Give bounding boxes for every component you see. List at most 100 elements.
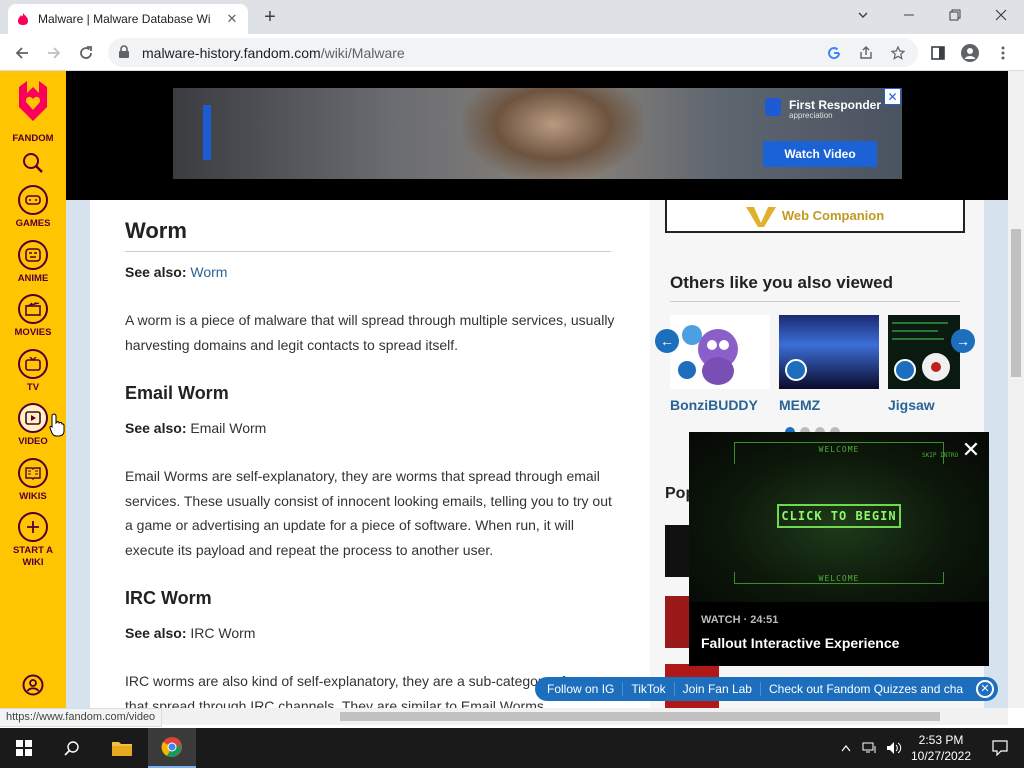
- carousel-prev-arrow-icon[interactable]: ←: [655, 329, 679, 353]
- rail-item-wikis[interactable]: WIKIS: [0, 458, 66, 503]
- tab-title: Malware | Malware Database Wi: [38, 12, 211, 26]
- memz-thumbnail: [779, 315, 879, 389]
- minimize-button[interactable]: [886, 0, 932, 30]
- ad-image[interactable]: First Responder appreciation Watch Video…: [173, 88, 902, 179]
- heading-irc-worm: IRC Worm: [125, 588, 212, 608]
- close-tab-icon[interactable]: ✕: [224, 11, 240, 27]
- user-account-button[interactable]: [0, 674, 66, 701]
- bookmark-star-icon[interactable]: [888, 43, 908, 63]
- video-duration: WATCH · 24:51: [701, 614, 779, 626]
- video-close-icon[interactable]: ✕: [959, 439, 983, 463]
- web-companion-label: Web Companion: [781, 208, 885, 223]
- rail-item-movies[interactable]: MOVIES: [0, 294, 66, 339]
- fandom-badge-icon: [894, 359, 916, 381]
- fandom-quizzes-link[interactable]: Check out Fandom Quizzes and cha: [761, 682, 971, 696]
- start-button[interactable]: [0, 728, 48, 768]
- fandom-logo-label: FANDOM: [12, 133, 54, 144]
- file-explorer-button[interactable]: [98, 728, 146, 768]
- vertical-scrollbar[interactable]: [1008, 71, 1024, 708]
- plus-icon: [18, 512, 48, 542]
- taskbar-search-button[interactable]: [48, 728, 96, 768]
- card-jigsaw[interactable]: Jigsaw: [888, 315, 960, 413]
- clock-date: 10/27/2022: [910, 749, 972, 763]
- share-icon[interactable]: [856, 43, 876, 63]
- new-tab-button[interactable]: +: [258, 6, 282, 28]
- ad-shield-icon: [765, 98, 781, 116]
- video-welcome-bottom: WELCOME: [818, 574, 860, 583]
- restore-button[interactable]: [932, 0, 978, 30]
- fandom-favicon-icon: [16, 12, 30, 26]
- hand-cursor-icon: [49, 413, 65, 437]
- ad-accent-bar: [203, 105, 211, 160]
- ad-close-icon[interactable]: ✕: [884, 88, 901, 105]
- tab-search-icon[interactable]: [840, 0, 886, 30]
- carousel-next-arrow-icon[interactable]: →: [951, 329, 975, 353]
- watch-video-button[interactable]: Watch Video: [763, 141, 877, 167]
- rail-item-games[interactable]: GAMES: [0, 185, 66, 230]
- card-memz[interactable]: MEMZ: [779, 315, 879, 413]
- folder-icon: [112, 742, 132, 756]
- windows-logo-icon: [16, 740, 32, 756]
- video-player[interactable]: WELCOME SKIP INTRO CLICK TO BEGIN WELCOM…: [689, 432, 989, 666]
- fandom-badge-icon: [785, 359, 807, 381]
- ad-title: First Responder: [789, 98, 882, 112]
- rail-item-tv[interactable]: TV: [0, 349, 66, 394]
- others-divider: [670, 301, 960, 302]
- forward-button[interactable]: [41, 40, 67, 66]
- card-bonzibuddy[interactable]: BonziBUDDY: [670, 315, 770, 413]
- browser-toolbar: malware-history.fandom.com/wiki/Malware: [0, 34, 1024, 71]
- worm-paragraph: A worm is a piece of malware that will s…: [125, 312, 615, 353]
- reload-button[interactable]: [73, 40, 99, 66]
- system-clock[interactable]: 2:53 PM 10/27/2022: [905, 732, 977, 764]
- browser-tab[interactable]: Malware | Malware Database Wi ✕: [8, 4, 248, 34]
- chrome-icon: [161, 737, 182, 757]
- web-companion-banner[interactable]: Web Companion: [665, 200, 965, 233]
- action-center-button[interactable]: [976, 728, 1024, 768]
- google-icon[interactable]: [824, 43, 844, 63]
- show-hidden-icons-button[interactable]: [834, 728, 858, 768]
- heading-email-worm: Email Worm: [125, 383, 229, 403]
- rail-item-start-a-wiki[interactable]: START A WIKI: [0, 512, 66, 569]
- email-worm-link[interactable]: Email Worm: [190, 420, 266, 436]
- vertical-scroll-thumb[interactable]: [1011, 229, 1021, 377]
- play-icon: [18, 403, 48, 433]
- side-panel-icon[interactable]: [925, 40, 951, 66]
- horizontal-scroll-thumb[interactable]: [340, 712, 940, 721]
- social-bar-close-icon[interactable]: ✕: [976, 680, 994, 698]
- clapper-icon: [18, 294, 48, 324]
- others-viewed-title: Others like you also viewed: [670, 273, 893, 292]
- irc-worm-link[interactable]: IRC Worm: [190, 625, 255, 641]
- clock-time: 2:53 PM: [918, 733, 964, 747]
- skip-intro-label: SKIP INTRO: [922, 452, 959, 459]
- worm-link[interactable]: Worm: [190, 264, 227, 280]
- network-button[interactable]: [858, 728, 882, 768]
- follow-ig-link[interactable]: Follow on IG: [535, 682, 624, 696]
- fandom-logo[interactable]: FANDOM: [0, 79, 66, 145]
- web-companion-logo-icon: [745, 206, 776, 227]
- volume-button[interactable]: [882, 728, 906, 768]
- video-title[interactable]: Fallout Interactive Experience: [701, 635, 899, 651]
- click-to-begin-label: CLICK TO BEGIN: [777, 504, 901, 528]
- video-screen[interactable]: WELCOME SKIP INTRO CLICK TO BEGIN WELCOM…: [689, 432, 989, 602]
- gamepad-icon: [18, 185, 48, 215]
- card-label-jigsaw: Jigsaw: [888, 397, 935, 413]
- article-body: Worm See also: Worm A worm is a piece of…: [90, 200, 650, 708]
- card-label-bonzibuddy: BonziBUDDY: [670, 397, 758, 413]
- address-bar[interactable]: malware-history.fandom.com/wiki/Malware: [108, 38, 918, 67]
- chrome-taskbar-button[interactable]: [148, 728, 196, 768]
- back-button[interactable]: [9, 40, 35, 66]
- jigsaw-thumbnail: [888, 315, 960, 389]
- lock-icon[interactable]: [118, 45, 130, 64]
- profile-avatar[interactable]: [957, 40, 983, 66]
- join-fan-lab-link[interactable]: Join Fan Lab: [675, 682, 761, 696]
- ad-banner: First Responder appreciation Watch Video…: [66, 71, 1008, 200]
- menu-kebab-icon[interactable]: [990, 40, 1016, 66]
- search-button[interactable]: [0, 152, 66, 179]
- heading-divider: [125, 251, 611, 252]
- ad-subtitle: appreciation: [789, 111, 833, 120]
- tiktok-link[interactable]: TikTok: [623, 682, 675, 696]
- bonzibuddy-thumbnail: [670, 315, 770, 389]
- rail-item-anime[interactable]: ANIME: [0, 240, 66, 285]
- close-window-button[interactable]: [978, 0, 1024, 30]
- see-also-irc-worm: See also: IRC Worm: [125, 625, 256, 641]
